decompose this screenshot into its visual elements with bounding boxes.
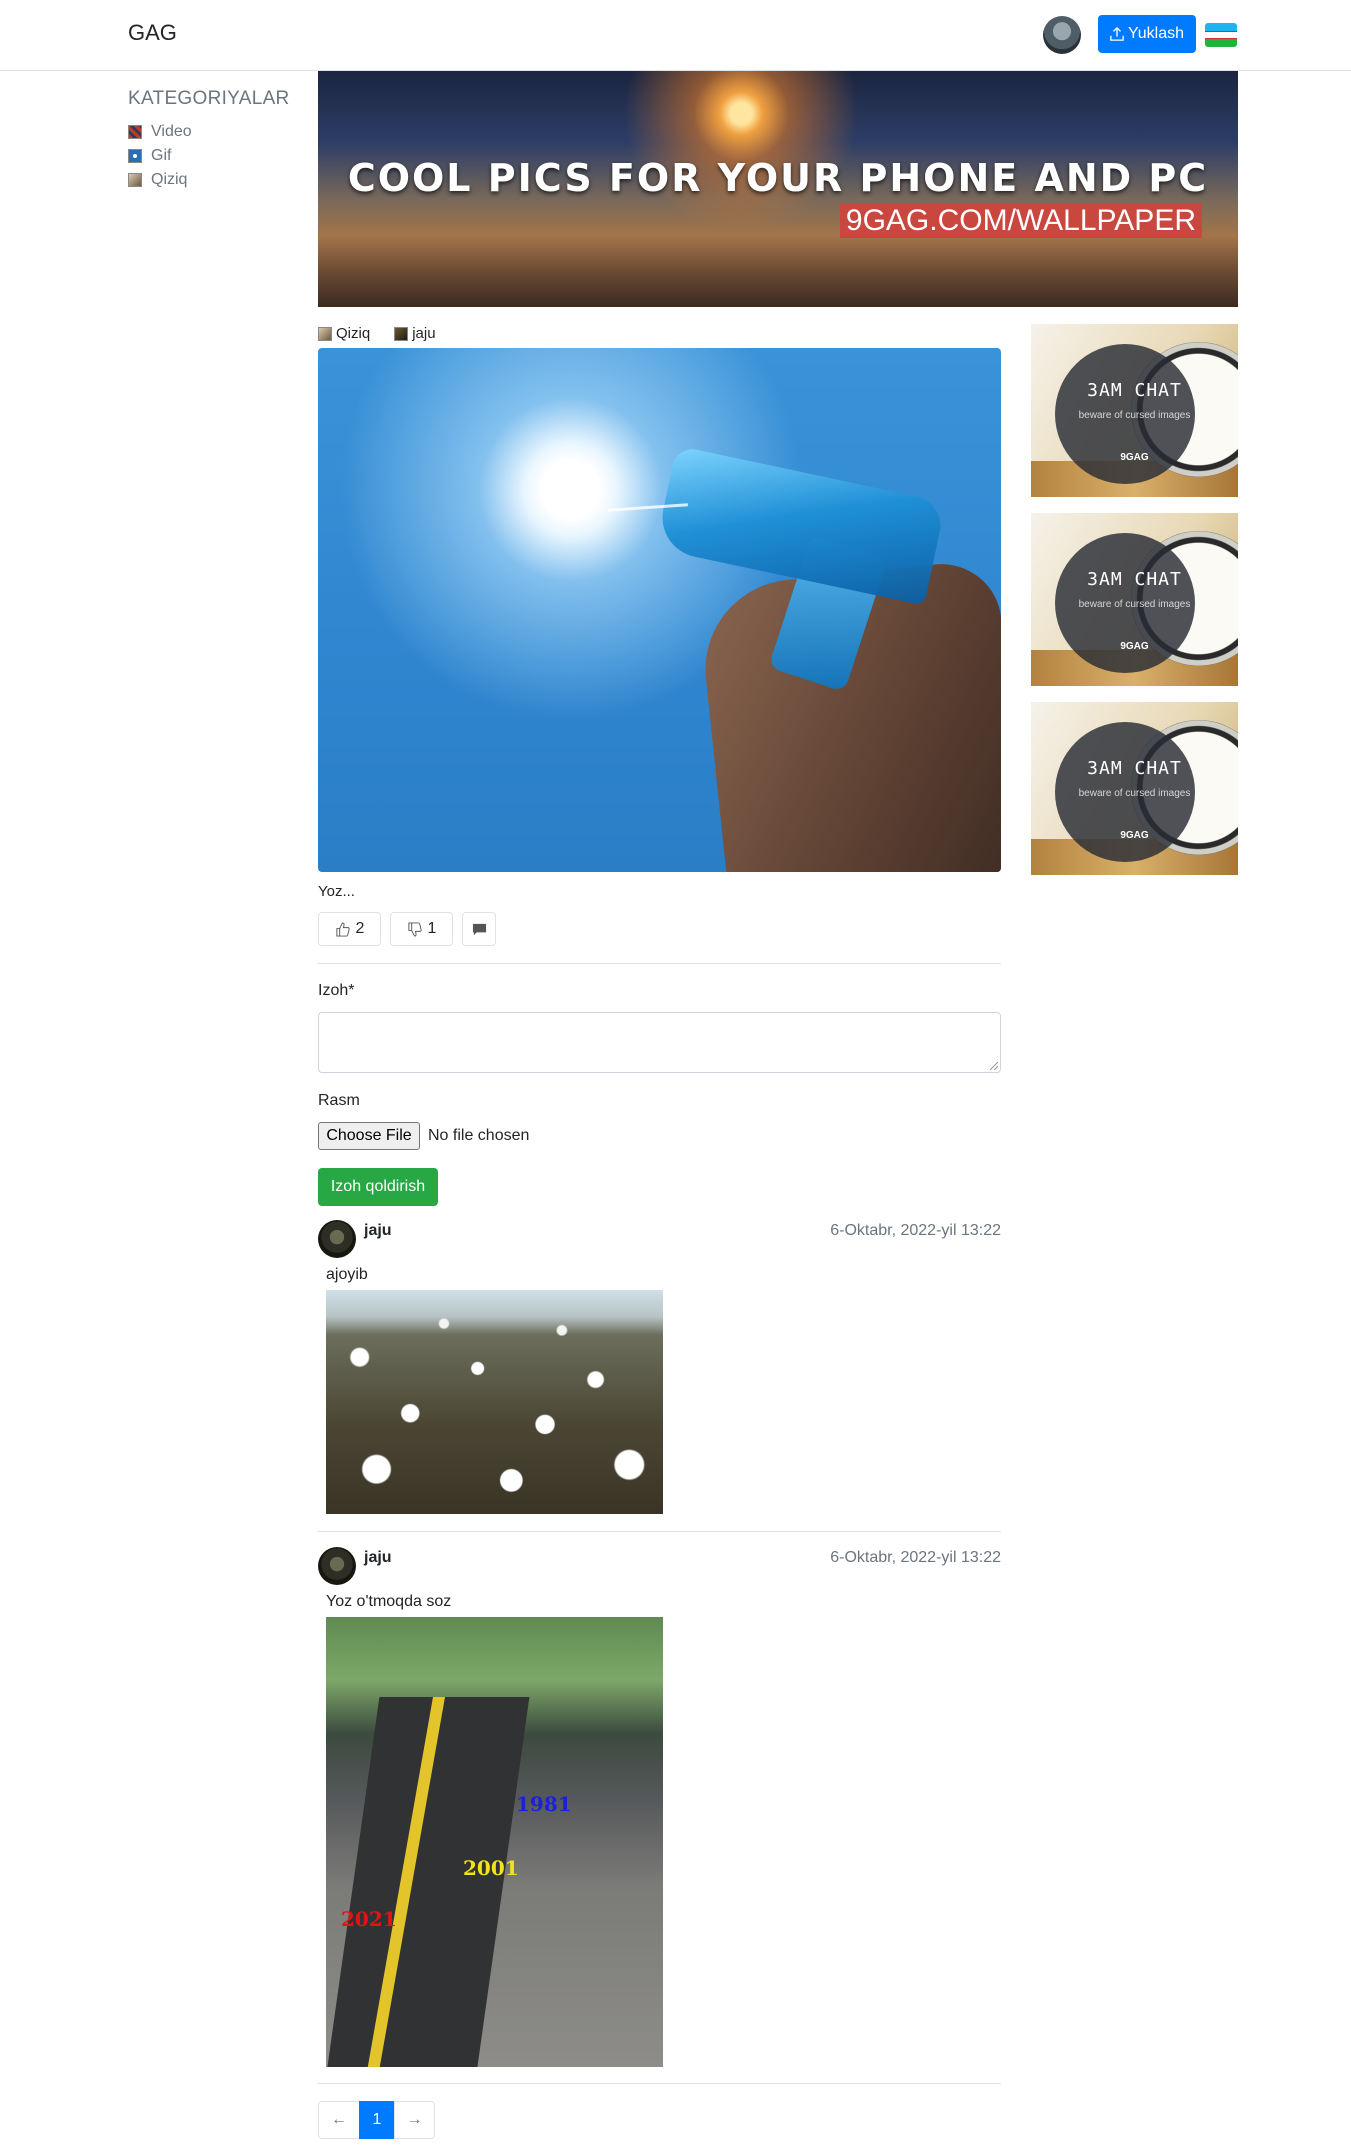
image-label-2021: 2021	[341, 1907, 397, 1931]
categories-title: KATEGORIYALAR	[128, 88, 290, 109]
comment-username[interactable]: jaju	[364, 1222, 392, 1240]
dislike-count: 1	[427, 920, 437, 937]
ad-subtitle: beware of cursed images	[1078, 788, 1191, 799]
like-button[interactable]: 2	[318, 912, 381, 946]
comment-textarea[interactable]	[318, 1012, 1001, 1073]
category-label: Video	[151, 123, 192, 140]
submit-comment-button[interactable]: Izoh qoldirish	[318, 1168, 438, 1206]
comment-date: 6-Oktabr, 2022-yil 13:22	[830, 1549, 1001, 1566]
comment-date: 6-Oktabr, 2022-yil 13:22	[830, 1222, 1001, 1239]
resize-handle-icon[interactable]	[990, 1062, 998, 1070]
image-field-label: Rasm	[318, 1092, 360, 1109]
banner-title: COOL PICS FOR YOUR PHONE AND PC	[347, 156, 1209, 200]
upload-button-label: Yuklash	[1127, 25, 1185, 42]
qiziq-icon	[128, 173, 142, 187]
post-author-link[interactable]: jaju	[394, 325, 436, 342]
wallpaper-banner[interactable]: COOL PICS FOR YOUR PHONE AND PC 9GAG.COM…	[318, 71, 1238, 307]
upload-button[interactable]: Yuklash	[1098, 15, 1196, 53]
comment-field-label: Izoh*	[318, 982, 355, 999]
category-item-gif[interactable]: Gif	[128, 144, 192, 168]
upload-icon	[1110, 27, 1124, 41]
post-category-link[interactable]: Qiziq	[318, 325, 370, 342]
like-count: 2	[355, 920, 365, 937]
file-status-text: No file chosen	[428, 1127, 530, 1144]
ad-subtitle: beware of cursed images	[1078, 599, 1191, 610]
category-list: Video Gif Qiziq	[128, 120, 192, 192]
post-author: jaju	[412, 325, 436, 342]
ad-brand: 9GAG	[1120, 830, 1149, 841]
post-category: Qiziq	[336, 325, 371, 342]
divider	[318, 2083, 1001, 2084]
comment-item: jaju 6-Oktabr, 2022-yil 13:22 Yoz o'tmoq…	[318, 1547, 1001, 2087]
image-label-1981: 1981	[516, 1792, 572, 1816]
banner-subtitle: 9GAG.COM/WALLPAPER	[839, 204, 1202, 238]
language-flag-icon[interactable]	[1205, 23, 1237, 47]
category-icon	[318, 326, 332, 341]
navbar: GAG Yuklash	[0, 0, 1351, 71]
comment-image	[326, 1290, 663, 1514]
post-image	[318, 348, 1001, 872]
user-avatar[interactable]	[1043, 16, 1081, 54]
ad-brand: 9GAG	[1120, 452, 1149, 463]
post-actions: 2 1	[318, 912, 496, 946]
ad-subtitle: beware of cursed images	[1078, 410, 1191, 421]
video-icon	[128, 125, 142, 139]
comment-text: Yoz o'tmoqda soz	[326, 1593, 452, 1610]
gif-icon	[128, 149, 142, 163]
ad-brand: 9GAG	[1120, 641, 1149, 652]
divider	[318, 963, 1001, 964]
image-label-2001: 2001	[463, 1856, 519, 1880]
category-label: Qiziq	[151, 171, 188, 188]
ad-title: 3AM CHAT	[1087, 380, 1182, 401]
comment-image: 1981 2001 2021	[326, 1617, 663, 2067]
pagination-next[interactable]: →	[394, 2101, 435, 2139]
ad-card[interactable]: 3AM CHAT beware of cursed images 9GAG	[1031, 324, 1238, 497]
ad-card[interactable]: 3AM CHAT beware of cursed images 9GAG	[1031, 702, 1238, 875]
ad-title: 3AM CHAT	[1087, 758, 1182, 779]
comment-icon	[472, 923, 486, 935]
comment-button[interactable]	[462, 912, 496, 946]
thumbs-up-icon	[335, 921, 350, 937]
category-item-video[interactable]: Video	[128, 120, 192, 144]
pagination: ← 1 →	[318, 2101, 435, 2139]
comment-item: jaju 6-Oktabr, 2022-yil 13:22 ajoyib	[318, 1220, 1001, 1532]
comment-username[interactable]: jaju	[364, 1549, 392, 1567]
brand-logo[interactable]: GAG	[128, 20, 177, 46]
file-input: Choose File No file chosen	[318, 1122, 529, 1150]
pagination-page-1[interactable]: 1	[359, 2101, 395, 2139]
ad-card[interactable]: 3AM CHAT beware of cursed images 9GAG	[1031, 513, 1238, 686]
category-label: Gif	[151, 147, 172, 164]
comment-avatar[interactable]	[318, 1547, 356, 1585]
thumbs-down-icon	[407, 921, 422, 937]
comment-avatar[interactable]	[318, 1220, 356, 1258]
post-meta: Qiziq jaju	[318, 325, 436, 342]
comment-text: ajoyib	[326, 1266, 368, 1283]
divider	[318, 1531, 1001, 1532]
ad-title: 3AM CHAT	[1087, 569, 1182, 590]
post-caption: Yoz...	[318, 883, 355, 900]
author-avatar-icon	[394, 326, 409, 341]
dislike-button[interactable]: 1	[390, 912, 453, 946]
choose-file-button[interactable]: Choose File	[318, 1122, 420, 1150]
pagination-prev[interactable]: ←	[318, 2101, 360, 2139]
category-item-qiziq[interactable]: Qiziq	[128, 168, 192, 192]
